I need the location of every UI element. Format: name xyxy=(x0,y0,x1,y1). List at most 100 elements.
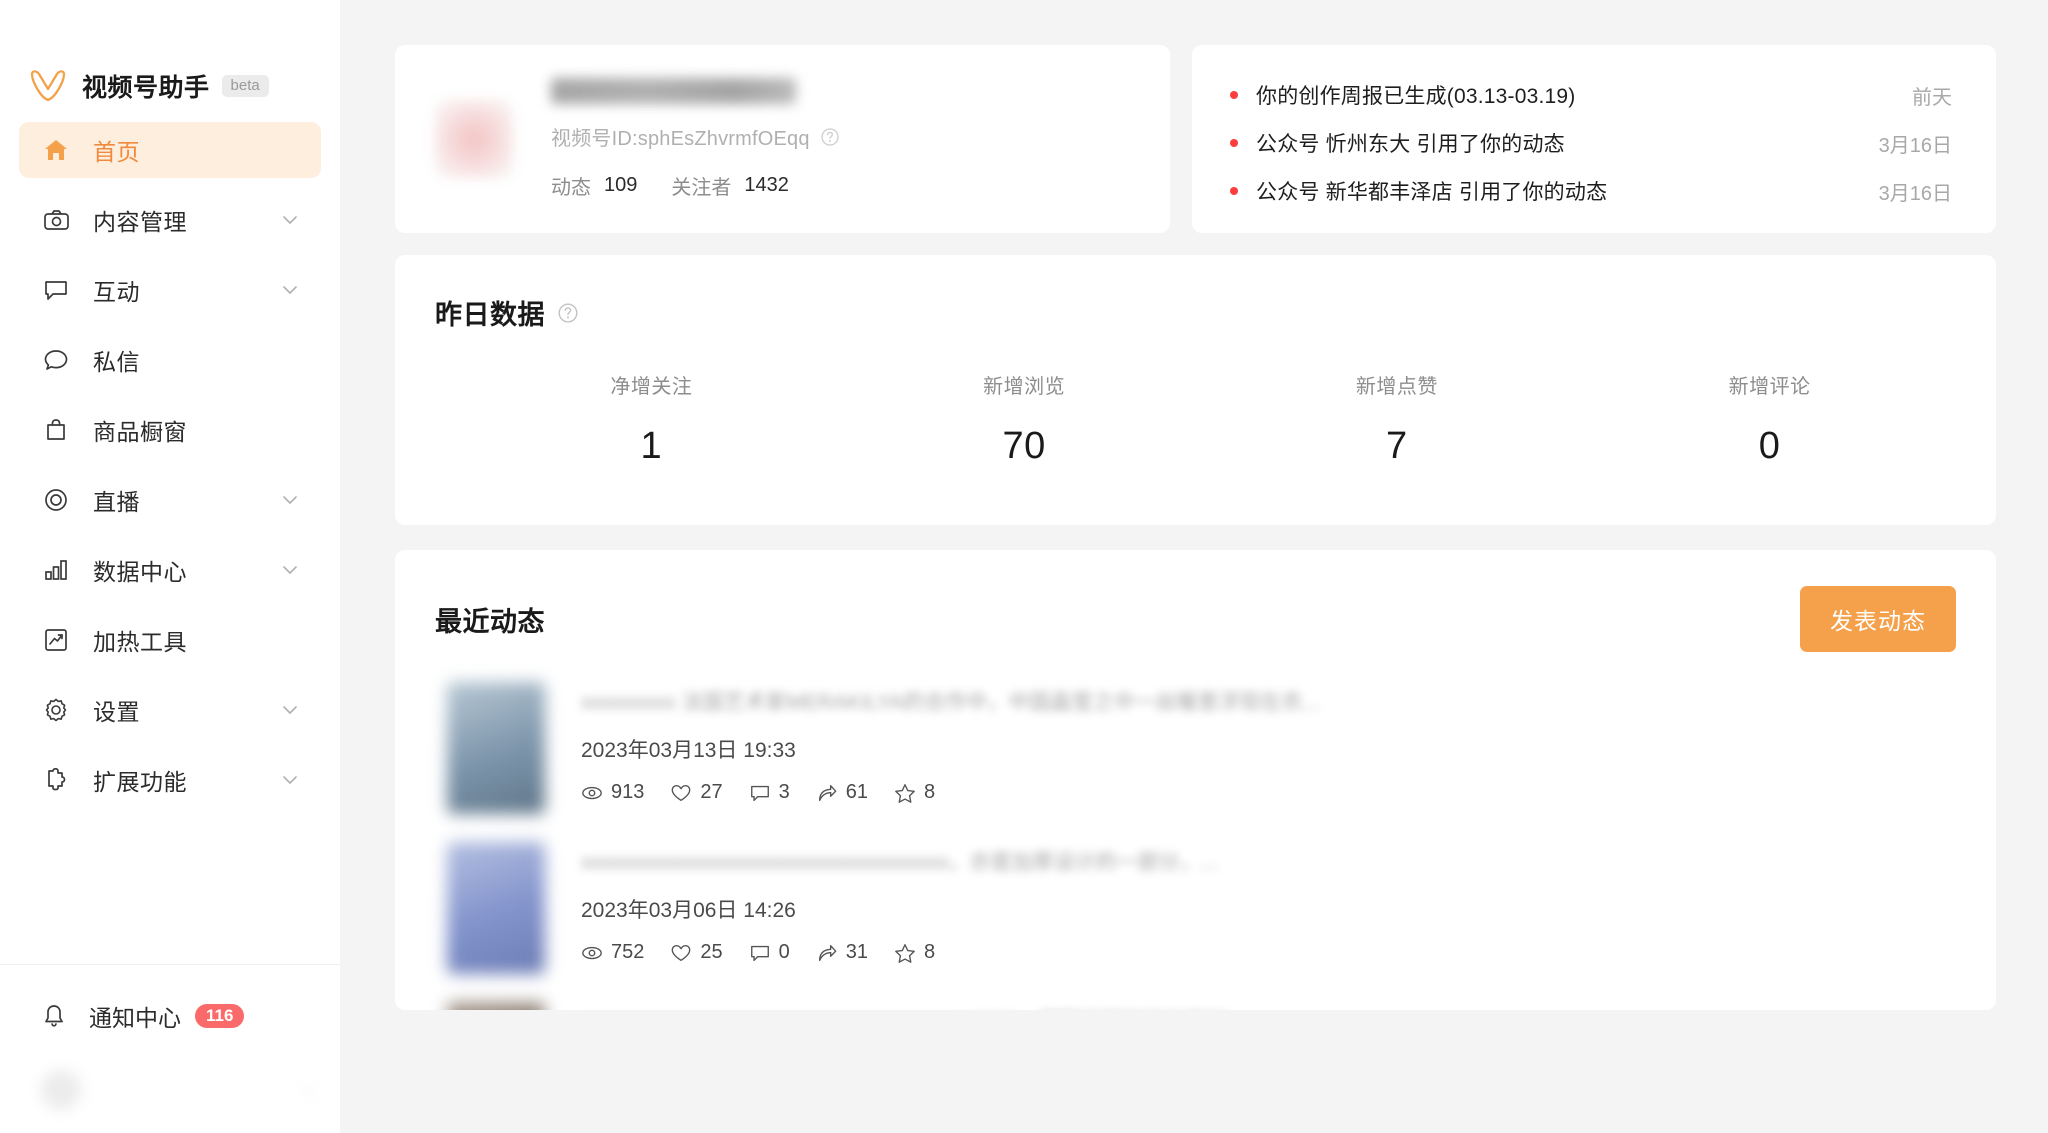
beta-tag: beta xyxy=(221,75,269,97)
post-shares: 31 xyxy=(816,941,868,964)
sidebar-item-interaction[interactable]: 互动 xyxy=(19,262,321,318)
stat-label: 关注者 xyxy=(671,177,732,199)
post-favorites-count: 8 xyxy=(924,781,936,803)
post-favorites: 8 xyxy=(894,781,935,804)
profile-id-text: 视频号ID:sphEsZhvrmfOEqq xyxy=(551,128,810,150)
sidebar-item-home[interactable]: 首页 xyxy=(19,122,321,178)
post-likes-count: 25 xyxy=(700,941,723,963)
post-thumbnail[interactable] xyxy=(447,842,545,974)
profile-stats: 动态 109 关注者 1432 xyxy=(551,171,840,200)
notification-item[interactable]: 公众号 忻州东大 引用了你的动态 3月16日 xyxy=(1230,119,1952,167)
notification-item[interactable]: 公众号 新华都丰泽店 引用了你的动态 3月16日 xyxy=(1230,167,1952,215)
sidebar-item-label: 私信 xyxy=(93,349,140,375)
post-shares: 61 xyxy=(816,781,868,804)
comment-icon xyxy=(749,782,771,804)
post-views-count: 913 xyxy=(611,781,645,803)
metric-label: 新增点赞 xyxy=(1355,376,1438,398)
wechat-channels-logo-icon xyxy=(28,69,68,103)
sidebar-item-label: 首页 xyxy=(93,139,140,165)
share-icon xyxy=(816,782,838,804)
recent-posts-title: 最近动态 xyxy=(435,606,545,637)
notification-center-button[interactable]: 通知中心 116 xyxy=(0,985,340,1047)
notification-text: 你的创作周报已生成(03.13-03.19) xyxy=(1256,85,1576,108)
sidebar-item-label: 数据中心 xyxy=(93,559,187,585)
post-views: 913 xyxy=(581,781,644,804)
sidebar-item-label: 内容管理 xyxy=(93,209,187,235)
post-comments: 0 xyxy=(749,941,790,964)
chevron-down-icon[interactable] xyxy=(279,209,301,231)
post-item[interactable]: xxxxxxxxxxxxxxxxxxxxxxxxxxxxxxxxxxxxLOOK… xyxy=(435,986,1956,1010)
post-text: xxxxxxxxxxxxxxxxxxxxxxxxxxxxxxxxxxxxLOOK… xyxy=(581,1006,1381,1010)
sidebar-item-private-message[interactable]: 私信 xyxy=(19,332,321,388)
sidebar-nav: 首页 内容管理 互动 私信 商品橱窗 直播 数据中心 加热工具 设置 扩展功能 xyxy=(0,110,340,822)
sidebar-item-live[interactable]: 直播 xyxy=(19,472,321,528)
metric-new-views: 新增浏览 70 xyxy=(838,370,1211,468)
post-item[interactable]: xxxxxxxxxxxxxxxxxxxxxxxxxxxxxxxxxxx，亦是加厚… xyxy=(435,826,1956,986)
metric-value: 7 xyxy=(1386,425,1408,467)
post-text: xxxxxxxxxxxxxxxxxxxxxxxxxxxxxxxxxxx，亦是加厚… xyxy=(581,851,1219,874)
stat-label: 动态 xyxy=(551,177,591,199)
gear-icon xyxy=(41,695,71,725)
publish-post-button[interactable]: 发表动态 xyxy=(1800,586,1956,652)
notification-time: 前天 xyxy=(1912,86,1952,109)
metric-value: 0 xyxy=(1758,425,1781,467)
post-item[interactable]: xxxxxxxxx 法国艺术家MERAKILYA的合作中，中国晶莹之中一丝暖意浮… xyxy=(435,666,1956,826)
bar-chart-icon xyxy=(41,555,71,585)
profile-id-row: 视频号ID:sphEsZhvrmfOEqq xyxy=(551,122,840,151)
metric-new-likes: 新增点赞 7 xyxy=(1211,370,1584,468)
post-favorites: 8 xyxy=(894,941,935,964)
sidebar-item-label: 设置 xyxy=(93,699,140,725)
chevron-down-icon[interactable] xyxy=(279,279,301,301)
question-mark-icon[interactable] xyxy=(557,302,579,324)
post-text: xxxxxxxxx 法国艺术家MERAKILYA的合作中，中国晶莹之中一丝暖意浮… xyxy=(581,691,1320,714)
card-title-text: 昨日数据 xyxy=(435,300,545,330)
sidebar-item-label: 加热工具 xyxy=(93,629,187,655)
sidebar-item-content-management[interactable]: 内容管理 xyxy=(19,192,321,248)
chevron-down-icon[interactable] xyxy=(279,769,301,791)
star-icon xyxy=(894,942,916,964)
unread-dot-icon xyxy=(1230,91,1238,99)
post-stats: 752 25 0 31 8 xyxy=(581,941,1956,964)
post-comments-count: 0 xyxy=(778,941,790,963)
account-switcher[interactable]: › xyxy=(0,1047,340,1133)
chevron-right-icon: › xyxy=(304,1077,312,1102)
heart-icon xyxy=(670,942,692,964)
sidebar-item-label: 直播 xyxy=(93,489,140,515)
post-thumbnail[interactable] xyxy=(447,1002,545,1010)
chat-bubble-icon xyxy=(41,345,71,375)
post-views-count: 752 xyxy=(611,941,645,963)
chevron-down-icon[interactable] xyxy=(279,489,301,511)
notification-center-label: 通知中心 xyxy=(89,1005,181,1031)
recent-posts-header: 最近动态 发表动态 xyxy=(435,586,1956,652)
home-icon xyxy=(41,135,71,165)
post-likes: 27 xyxy=(670,781,723,804)
star-icon xyxy=(894,782,916,804)
notifications-card: 你的创作周报已生成(03.13-03.19) 前天 公众号 忻州东大 引用了你的… xyxy=(1192,45,1996,233)
avatar[interactable] xyxy=(435,100,513,178)
comment-box-icon xyxy=(41,275,71,305)
sidebar-item-shop-window[interactable]: 商品橱窗 xyxy=(19,402,321,458)
sidebar-item-extensions[interactable]: 扩展功能 xyxy=(19,752,321,808)
metrics-row: 净增关注 1 新增浏览 70 新增点赞 7 新增评论 0 xyxy=(435,370,1956,468)
post-shares-count: 61 xyxy=(845,781,868,803)
chevron-down-icon[interactable] xyxy=(279,559,301,581)
chevron-down-icon[interactable] xyxy=(279,699,301,721)
post-likes: 25 xyxy=(670,941,723,964)
share-icon xyxy=(816,942,838,964)
notification-text: 公众号 忻州东大 引用了你的动态 xyxy=(1256,133,1565,156)
post-thumbnail[interactable] xyxy=(447,682,545,814)
notification-item[interactable]: 你的创作周报已生成(03.13-03.19) 前天 xyxy=(1230,71,1952,119)
unread-dot-icon xyxy=(1230,187,1238,195)
comment-icon xyxy=(749,942,771,964)
question-mark-icon[interactable] xyxy=(820,127,840,147)
post-stats: 913 27 3 61 8 xyxy=(581,781,1956,804)
notification-badge: 116 xyxy=(195,1004,245,1028)
sidebar-item-boost-tool[interactable]: 加热工具 xyxy=(19,612,321,668)
eye-icon xyxy=(581,942,603,964)
post-body: xxxxxxxxxxxxxxxxxxxxxxxxxxxxxxxxxxx，亦是加厚… xyxy=(581,842,1956,986)
metric-new-comments: 新增评论 0 xyxy=(1583,370,1956,468)
sidebar-item-label: 扩展功能 xyxy=(93,769,187,795)
post-comments-count: 3 xyxy=(778,781,790,803)
sidebar-item-settings[interactable]: 设置 xyxy=(19,682,321,738)
sidebar-item-data-center[interactable]: 数据中心 xyxy=(19,542,321,598)
